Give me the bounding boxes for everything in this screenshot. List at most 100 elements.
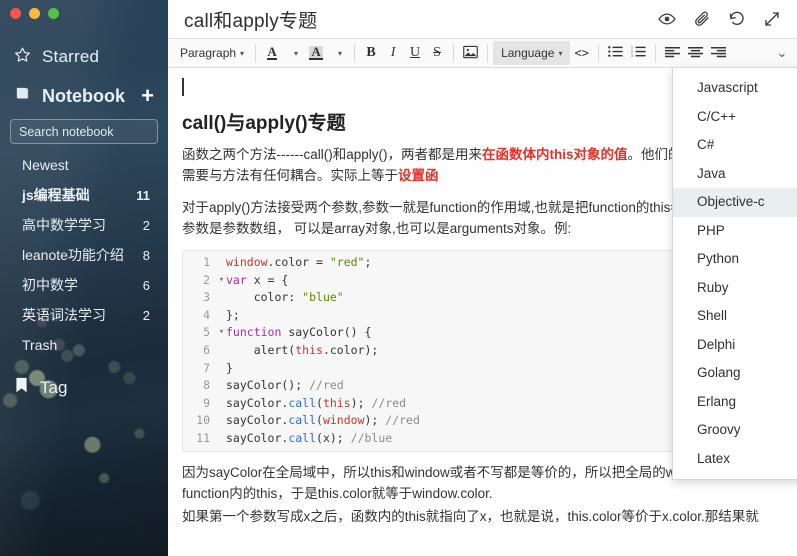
underline-label: U: [410, 45, 420, 61]
insert-code-button[interactable]: <>: [570, 42, 592, 64]
fold-marker[interactable]: [217, 307, 226, 325]
notebook-item-label: 初中数学: [22, 275, 78, 295]
notebook-label: Notebook: [42, 86, 125, 107]
notebook-item-newest[interactable]: Newest: [0, 150, 168, 180]
line-number: 4: [183, 307, 217, 325]
preview-eye-icon[interactable]: [658, 10, 676, 28]
fold-marker[interactable]: [217, 360, 226, 378]
history-revert-icon[interactable]: [728, 10, 746, 28]
language-option-latex[interactable]: Latex: [673, 445, 797, 474]
align-center-button[interactable]: [684, 42, 707, 64]
numbered-list-button[interactable]: 1 2 3: [627, 42, 650, 64]
sidebar-item-starred[interactable]: Starred: [0, 37, 168, 77]
star-icon: [14, 46, 31, 68]
fold-marker[interactable]: [217, 254, 226, 272]
language-dropdown-menu[interactable]: Javascript C/C++ C# Java Objective-c PHP…: [672, 67, 797, 480]
bullet-list-icon: [608, 45, 623, 61]
align-right-button[interactable]: [707, 42, 730, 64]
font-color-label: A: [267, 46, 276, 60]
search-notebook-input[interactable]: [10, 119, 158, 144]
language-option-javascript[interactable]: Javascript: [673, 74, 797, 103]
fold-marker[interactable]: [217, 395, 226, 413]
line-number: 8: [183, 377, 217, 395]
code-text: color: "blue": [226, 289, 344, 307]
code-text: sayColor.call(this); //red: [226, 395, 406, 413]
notebook-item-middleschool-math[interactable]: 初中数学 6: [0, 270, 168, 300]
notebook-item-label: leanote功能介绍: [22, 245, 124, 265]
fold-marker[interactable]: ▾: [217, 272, 226, 290]
notebook-list: Newest js编程基础 11 高中数学学习 2 leanote功能介绍 8 …: [0, 150, 168, 360]
language-dropdown-button[interactable]: Language ▾: [493, 41, 570, 65]
fold-marker[interactable]: [217, 289, 226, 307]
bold-button[interactable]: B: [360, 42, 382, 64]
strikethrough-label: S: [433, 45, 441, 61]
maximize-window-button[interactable]: [48, 8, 59, 19]
attachment-paperclip-icon[interactable]: [693, 10, 711, 28]
tag-label: Tag: [40, 378, 67, 398]
fold-marker[interactable]: [217, 430, 226, 448]
fold-marker[interactable]: [217, 377, 226, 395]
language-option-csharp[interactable]: C#: [673, 131, 797, 160]
paragraph1-tail-a: 实际上等于: [331, 168, 399, 183]
notebook-item-count: 8: [143, 248, 150, 263]
notebook-item-leanote-intro[interactable]: leanote功能介绍 8: [0, 240, 168, 270]
toolbar-more-button[interactable]: ⌄: [771, 42, 793, 64]
language-option-delphi[interactable]: Delphi: [673, 331, 797, 360]
code-text: };: [226, 307, 240, 325]
fold-marker[interactable]: ▾: [217, 324, 226, 342]
document-paragraph-4: 如果第一个参数写成x之后，函数内的this就指向了x，也就是说，this.col…: [182, 506, 781, 527]
notebook-item-label: Trash: [22, 337, 57, 353]
note-header: call和apply专题: [168, 0, 797, 38]
align-center-icon: [688, 46, 703, 61]
chevron-down-icon: ▾: [338, 49, 342, 58]
insert-image-button[interactable]: [459, 42, 482, 64]
text-cursor: [182, 78, 184, 96]
language-option-python[interactable]: Python: [673, 245, 797, 274]
language-option-objective-c[interactable]: Objective-c: [673, 188, 797, 217]
line-number: 5: [183, 324, 217, 342]
code-text: sayColor.call(window); //red: [226, 412, 420, 430]
language-option-shell[interactable]: Shell: [673, 302, 797, 331]
notebook-item-english[interactable]: 英语词法学习 2: [0, 300, 168, 330]
line-number: 10: [183, 412, 217, 430]
line-number: 2: [183, 272, 217, 290]
underline-button[interactable]: U: [404, 42, 426, 64]
fold-marker[interactable]: [217, 342, 226, 360]
sidebar-section-notebook[interactable]: Notebook +: [0, 77, 168, 115]
close-window-button[interactable]: [10, 8, 21, 19]
notebook-item-count: 2: [143, 308, 150, 323]
paragraph-style-dropdown[interactable]: Paragraph ▾: [174, 42, 250, 64]
language-option-ruby[interactable]: Ruby: [673, 274, 797, 303]
strikethrough-button[interactable]: S: [426, 42, 448, 64]
notebook-item-js[interactable]: js编程基础 11: [0, 180, 168, 210]
italic-button[interactable]: I: [382, 42, 404, 64]
language-option-golang[interactable]: Golang: [673, 359, 797, 388]
background-color-button[interactable]: A: [305, 42, 327, 64]
code-text: }: [226, 360, 233, 378]
bold-label: B: [366, 45, 375, 61]
fullscreen-expand-icon[interactable]: [763, 10, 781, 28]
minimize-window-button[interactable]: [29, 8, 40, 19]
line-number: 9: [183, 395, 217, 413]
language-option-java[interactable]: Java: [673, 160, 797, 189]
notebook-item-trash[interactable]: Trash: [0, 330, 168, 360]
align-left-button[interactable]: [661, 42, 684, 64]
add-notebook-button[interactable]: +: [141, 85, 154, 107]
language-option-c-cpp[interactable]: C/C++: [673, 103, 797, 132]
code-text: alert(this.color);: [226, 342, 378, 360]
paragraph-style-label: Paragraph: [180, 46, 236, 60]
language-option-erlang[interactable]: Erlang: [673, 388, 797, 417]
font-color-dropdown[interactable]: ▾: [283, 42, 305, 64]
sidebar-section-tag[interactable]: Tag: [0, 368, 168, 408]
chevron-down-icon: ▾: [240, 49, 244, 58]
notebook-item-label: 高中数学学习: [22, 215, 106, 235]
language-label: Language: [501, 46, 554, 60]
notebook-item-highschool-math[interactable]: 高中数学学习 2: [0, 210, 168, 240]
fold-marker[interactable]: [217, 412, 226, 430]
note-title[interactable]: call和apply专题: [184, 6, 317, 33]
font-color-button[interactable]: A: [261, 42, 283, 64]
bullet-list-button[interactable]: [604, 42, 627, 64]
background-color-dropdown[interactable]: ▾: [327, 42, 349, 64]
language-option-php[interactable]: PHP: [673, 217, 797, 246]
language-option-groovy[interactable]: Groovy: [673, 416, 797, 445]
